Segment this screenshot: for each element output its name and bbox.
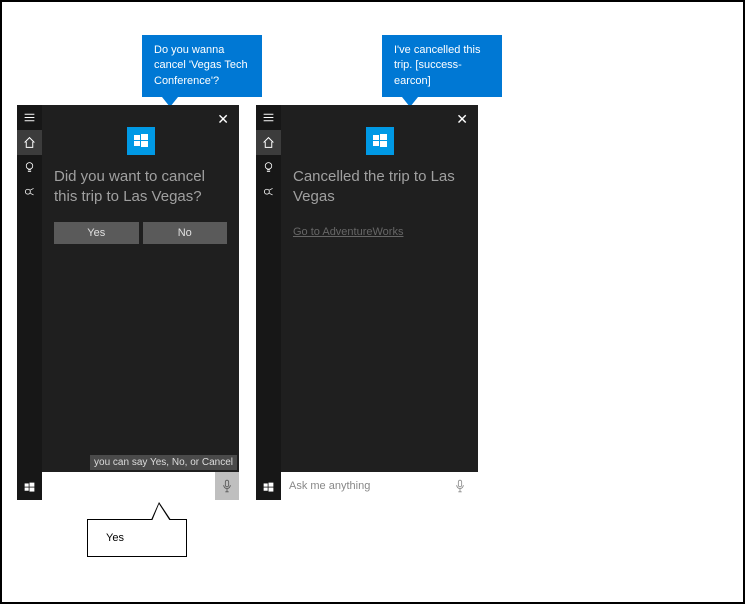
cortana-speech-left: Do you wanna cancel 'Vegas Tech Conferen…	[142, 35, 262, 97]
close-icon[interactable]: ✕	[217, 111, 229, 128]
bulb-icon[interactable]	[17, 155, 42, 180]
input-bar	[281, 472, 478, 500]
main-area: ✕ Did you want to cancel this trip to La…	[42, 105, 239, 500]
voice-hint: you can say Yes, No, or Cancel	[90, 455, 237, 470]
search-input[interactable]	[289, 480, 450, 492]
windows-start-icon[interactable]	[256, 475, 281, 500]
no-button[interactable]: No	[143, 222, 228, 244]
hamburger-icon[interactable]	[256, 105, 281, 130]
result-text: Cancelled the trip to Las Vegas	[293, 167, 466, 206]
cortana-panel-confirm: ✕ Did you want to cancel this trip to La…	[17, 105, 239, 500]
cortana-speech-right: I've cancelled this trip. [success-earco…	[382, 35, 502, 97]
app-tile-icon	[366, 127, 394, 155]
bulb-icon[interactable]	[256, 155, 281, 180]
windows-start-icon[interactable]	[17, 475, 42, 500]
prompt-text: Did you want to cancel this trip to Las …	[54, 167, 227, 206]
app-tile-icon	[127, 127, 155, 155]
yes-button[interactable]: Yes	[54, 222, 139, 244]
button-row: Yes No	[54, 222, 227, 244]
microphone-icon[interactable]	[450, 479, 470, 493]
go-to-app-link[interactable]: Go to AdventureWorks	[293, 226, 403, 238]
sidebar	[256, 105, 281, 500]
main-area: ✕ Cancelled the trip to Las Vegas Go to …	[281, 105, 478, 500]
search-input[interactable]	[50, 480, 215, 492]
home-icon[interactable]	[17, 130, 42, 155]
feedback-icon[interactable]	[17, 180, 42, 205]
document-frame: Do you wanna cancel 'Vegas Tech Conferen…	[0, 0, 745, 604]
input-bar	[42, 472, 239, 500]
feedback-icon[interactable]	[256, 180, 281, 205]
home-icon[interactable]	[256, 130, 281, 155]
cortana-panel-result: ✕ Cancelled the trip to Las Vegas Go to …	[256, 105, 478, 500]
user-speech-left: Yes	[87, 519, 187, 557]
content-area: Cancelled the trip to Las Vegas Go to Ad…	[281, 167, 478, 472]
sidebar	[17, 105, 42, 500]
content-area: Did you want to cancel this trip to Las …	[42, 167, 239, 472]
hamburger-icon[interactable]	[17, 105, 42, 130]
close-icon[interactable]: ✕	[456, 111, 468, 128]
microphone-icon[interactable]	[215, 472, 239, 500]
